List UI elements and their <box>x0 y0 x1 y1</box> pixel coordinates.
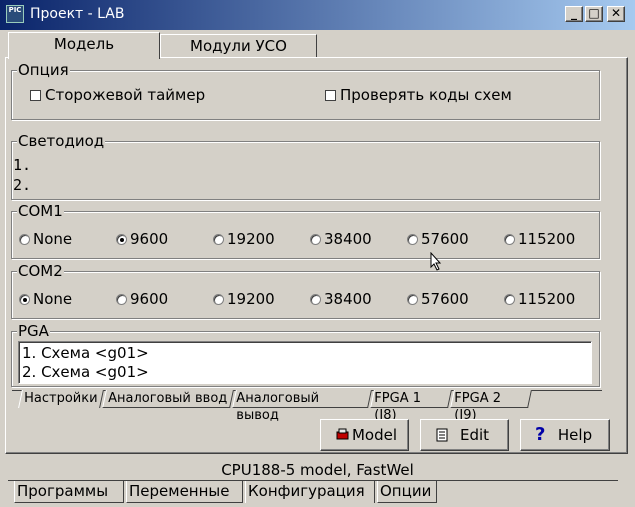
maximize-button[interactable]: □ <box>585 6 603 22</box>
edit-button[interactable]: Edit <box>420 419 509 451</box>
com2-label-38400: 38400 <box>324 290 372 308</box>
com1-label-115200: 115200 <box>518 230 576 248</box>
pga-list[interactable]: 1. Схема <g01> 2. Схема <g01> <box>18 341 592 384</box>
tab-io-modules-label: Модули УСО <box>190 37 287 55</box>
com2-radio-none[interactable] <box>19 294 30 305</box>
subtab-settings-label: Настройки <box>24 391 98 406</box>
com2-radio-57600[interactable] <box>407 294 418 305</box>
bottom-tab-programs[interactable]: Программы <box>14 481 124 503</box>
minimize-button[interactable]: _ <box>565 6 583 22</box>
title-bar[interactable]: PIC Проект - LAB _ □ ✕ <box>0 0 635 30</box>
com1-label-9600: 9600 <box>130 230 169 248</box>
com2-radio-9600[interactable] <box>116 294 127 305</box>
check-codes-checkbox[interactable] <box>325 90 336 101</box>
com1-radio-115200[interactable] <box>504 234 515 245</box>
option-group-title: Опция <box>17 61 70 79</box>
subtab-fpga1[interactable]: FPGA 1 (J8) <box>370 390 452 423</box>
model-icon <box>336 428 349 440</box>
pga-item-2[interactable]: 2. Схема <g01> <box>22 363 149 382</box>
com1-label-none: None <box>33 230 73 248</box>
minimize-icon: _ <box>571 6 577 20</box>
com2-group-title: COM2 <box>17 262 64 280</box>
tab-model[interactable]: Модель <box>8 32 160 59</box>
help-button[interactable]: ? Help <box>520 419 610 451</box>
status-text: CPU188-5 model, FastWel <box>221 461 414 479</box>
com2-label-9600: 9600 <box>130 290 169 308</box>
model-button[interactable]: Model <box>320 419 409 451</box>
com2-radio-19200[interactable] <box>213 294 224 305</box>
tab-model-label: Модель <box>53 35 115 53</box>
watchdog-checkbox[interactable] <box>30 90 41 101</box>
window-title: Проект - LAB <box>30 6 125 22</box>
bottom-tab-configuration-label: Конфигурация <box>248 482 365 500</box>
subtab-settings[interactable]: Настройки <box>18 390 104 408</box>
bottom-tab-configuration[interactable]: Конфигурация <box>245 481 375 503</box>
com2-radio-38400[interactable] <box>310 294 321 305</box>
app-icon: PIC <box>6 5 24 23</box>
pga-group-title: PGA <box>17 322 50 340</box>
com2-label-57600: 57600 <box>421 290 469 308</box>
subtab-analog-in-label: Аналоговый ввод <box>108 391 228 406</box>
bottom-tab-options-label: Опции <box>380 482 432 500</box>
com1-radio-38400[interactable] <box>310 234 321 245</box>
help-button-label: Help <box>557 426 593 444</box>
com1-label-38400: 38400 <box>324 230 372 248</box>
maximize-icon: □ <box>588 6 600 20</box>
close-icon: ✕ <box>610 6 622 20</box>
com2-radio-115200[interactable] <box>504 294 515 305</box>
com2-label-none: None <box>33 290 73 308</box>
bottom-tab-variables[interactable]: Переменные <box>126 481 243 503</box>
com1-label-57600: 57600 <box>421 230 469 248</box>
com1-radio-57600[interactable] <box>407 234 418 245</box>
led-group-title: Светодиод <box>17 132 106 150</box>
led-line-1: 1. <box>13 156 32 174</box>
com1-radio-none[interactable] <box>19 234 30 245</box>
close-button[interactable]: ✕ <box>607 6 625 22</box>
subtab-analog-out[interactable]: Аналоговый вывод <box>232 390 372 423</box>
com1-label-19200: 19200 <box>227 230 275 248</box>
bottom-tab-options[interactable]: Опции <box>377 481 437 503</box>
subtab-fpga2[interactable]: FPGA 2 (J9) <box>450 390 532 423</box>
com2-label-19200: 19200 <box>227 290 275 308</box>
pga-item-1[interactable]: 1. Схема <g01> <box>22 344 149 363</box>
com2-label-115200: 115200 <box>518 290 576 308</box>
led-line-2: 2. <box>13 176 32 194</box>
subtab-analog-in[interactable]: Аналоговый ввод <box>102 390 234 408</box>
bottom-tab-programs-label: Программы <box>17 482 109 500</box>
com1-radio-19200[interactable] <box>213 234 224 245</box>
bottom-tab-variables-label: Переменные <box>129 482 230 500</box>
com1-radio-9600[interactable] <box>116 234 127 245</box>
edit-icon <box>436 428 448 442</box>
help-icon: ? <box>535 424 546 445</box>
com1-group-title: COM1 <box>17 202 64 220</box>
check-codes-label: Проверять коды схем <box>340 86 512 104</box>
tab-io-modules[interactable]: Модули УСО <box>160 34 317 58</box>
watchdog-label: Сторожевой таймер <box>45 86 206 104</box>
mouse-cursor-icon <box>430 252 442 271</box>
